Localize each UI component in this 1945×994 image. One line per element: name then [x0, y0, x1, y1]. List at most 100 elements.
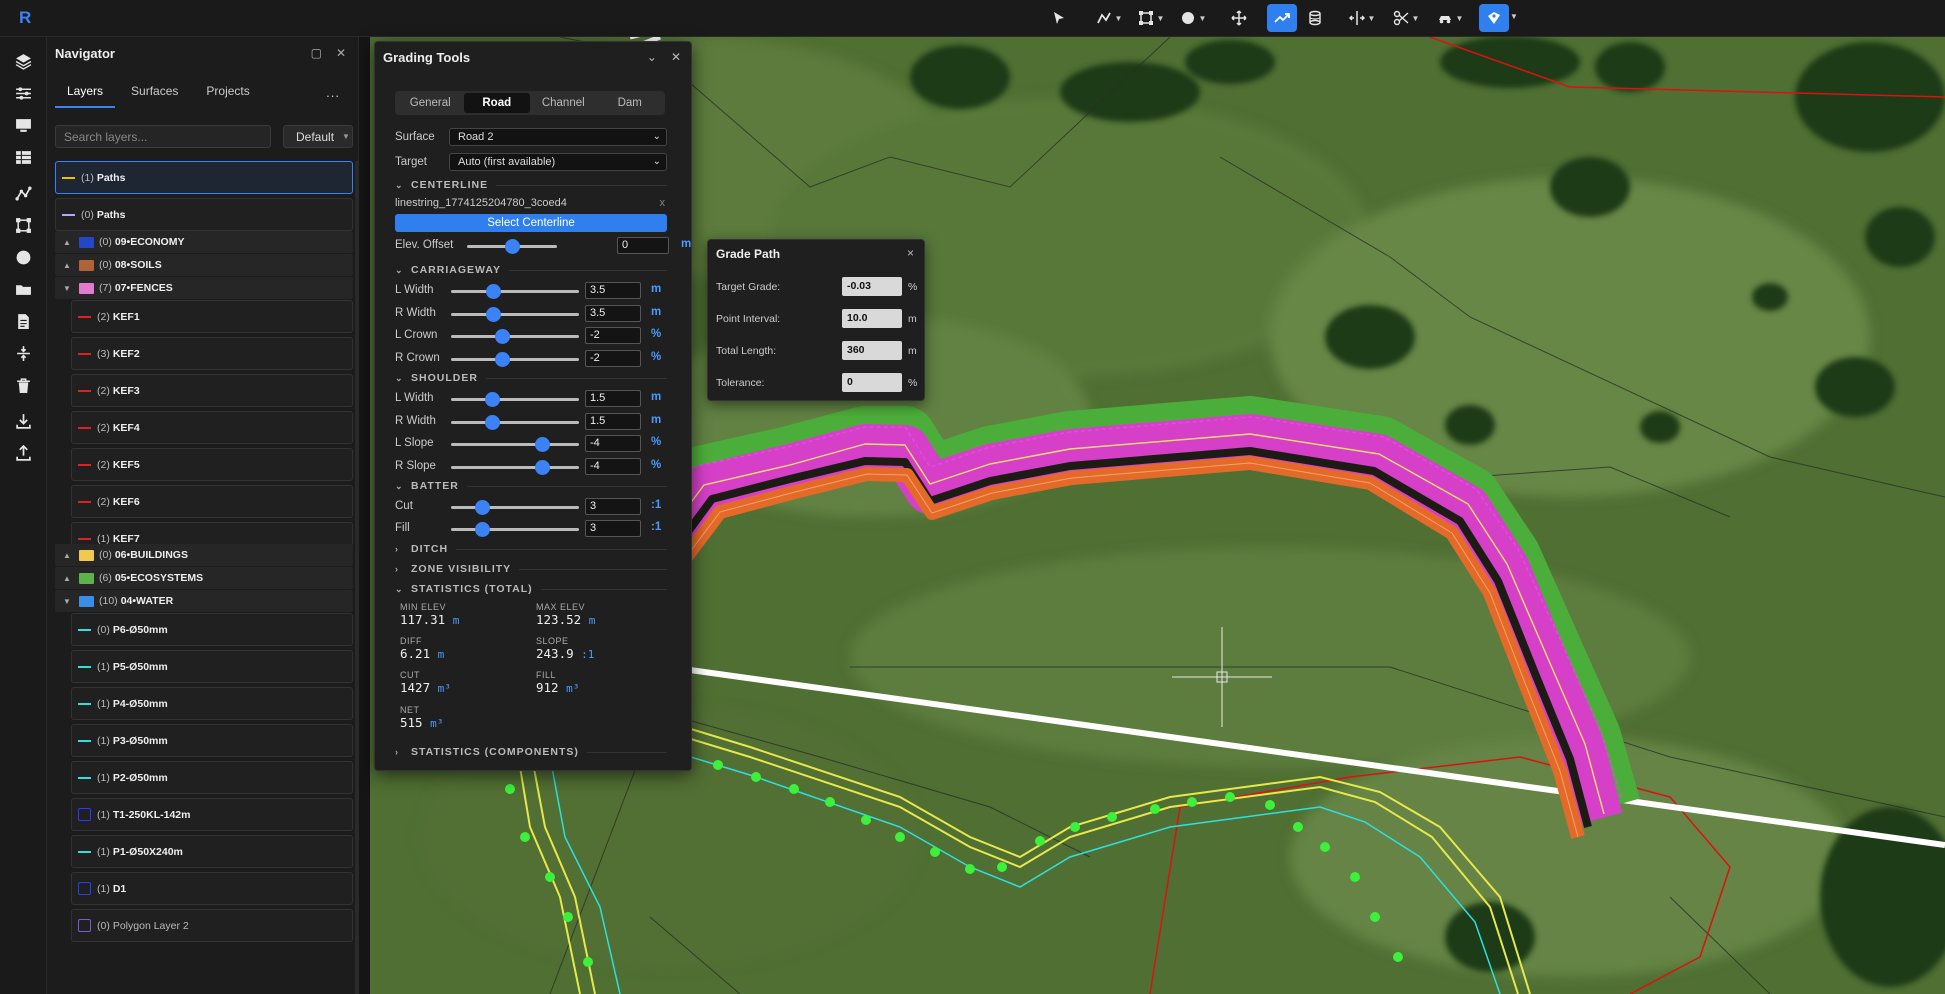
value-input[interactable]: 360 — [842, 341, 902, 360]
value-input[interactable]: 0 — [842, 373, 902, 392]
move-tool-button[interactable] — [1228, 6, 1250, 30]
table-icon[interactable] — [13, 147, 33, 167]
layer-row[interactable]: (2) KEF4 — [71, 411, 353, 444]
tab-layers[interactable]: Layers — [55, 84, 116, 108]
tab-projects[interactable]: Projects — [194, 84, 261, 108]
layer-group[interactable]: ▲ (0) 09•ECONOMY — [55, 231, 353, 253]
value-input[interactable]: -2 — [585, 327, 641, 344]
layer-row[interactable]: (2) KEF6 — [71, 485, 353, 518]
tab-surfaces[interactable]: Surfaces — [119, 84, 190, 108]
layer-group[interactable]: ▲ (0) 08•SOILS — [55, 254, 353, 276]
slider-thumb[interactable] — [495, 329, 511, 344]
layer-row[interactable]: (1) P3-Ø50mm — [71, 724, 353, 757]
slider-thumb[interactable] — [474, 500, 490, 515]
layer-group[interactable]: ▲ (6) 05•ECOSYSTEMS — [55, 567, 353, 589]
sliders-icon[interactable] — [13, 83, 33, 103]
statistics-total-section-header[interactable]: ⌄ STATISTICS (TOTAL) — [395, 583, 667, 595]
shoulder-section-header[interactable]: ⌄ SHOULDER — [395, 372, 667, 384]
ditch-section-header[interactable]: › DITCH — [395, 543, 667, 555]
value-input[interactable]: 3.5 — [585, 282, 641, 299]
carriageway-section-header[interactable]: ⌄ CARRIAGEWAY — [395, 264, 667, 276]
chevron-up-icon[interactable]: ▲ — [55, 261, 79, 270]
tab-general[interactable]: General — [397, 93, 464, 113]
value-slider[interactable] — [451, 351, 579, 367]
statistics-components-section-header[interactable]: › STATISTICS (COMPONENTS) — [395, 746, 667, 758]
layer-group[interactable]: ▲ (0) 06•BUILDINGS — [55, 544, 353, 566]
collapse-icon[interactable]: ⌄ — [647, 50, 657, 64]
layer-group[interactable]: ▼ (7) 07•FENCES — [55, 277, 353, 299]
polyline-icon[interactable] — [13, 183, 33, 203]
upload-icon[interactable] — [13, 443, 33, 463]
vehicle-tool-button[interactable]: ▼ — [1434, 6, 1466, 30]
folder-icon[interactable] — [13, 279, 33, 299]
close-icon[interactable]: × — [907, 246, 914, 260]
centerline-section-header[interactable]: ⌄ CENTERLINE — [395, 179, 667, 191]
layer-list-scrollbar[interactable] — [355, 161, 358, 994]
batter-section-header[interactable]: ⌄ BATTER — [395, 480, 667, 492]
value-slider[interactable] — [451, 284, 579, 299]
value-input[interactable]: 10.0 — [842, 309, 902, 328]
cut-tool-button[interactable]: ▼ — [1390, 6, 1422, 30]
layer-row[interactable]: (2) KEF1 — [71, 300, 353, 333]
chevron-down-icon[interactable]: ▼ — [1510, 12, 1518, 21]
layer-row[interactable]: (1) Paths — [55, 161, 353, 194]
layer-row[interactable]: (1) P1-Ø50X240m — [71, 835, 353, 868]
value-slider[interactable] — [451, 459, 579, 475]
value-input[interactable]: -4 — [585, 457, 641, 475]
chevron-up-icon[interactable]: ▲ — [55, 574, 79, 583]
zone-visibility-section-header[interactable]: › ZONE VISIBILITY — [395, 563, 667, 575]
value-input[interactable]: -2 — [585, 349, 641, 367]
close-icon[interactable]: ✕ — [671, 50, 681, 64]
slider-thumb[interactable] — [534, 437, 550, 452]
slider-thumb[interactable] — [484, 392, 500, 407]
layer-row[interactable]: (1) P2-Ø50mm — [71, 761, 353, 794]
node-tool-button[interactable]: ▼ — [1136, 6, 1166, 30]
download-icon[interactable] — [13, 411, 33, 431]
value-input[interactable]: -4 — [585, 435, 641, 452]
slider-thumb[interactable] — [474, 522, 490, 537]
slider-thumb[interactable] — [534, 459, 550, 475]
close-icon[interactable]: ✕ — [336, 46, 346, 60]
layer-row[interactable]: (1) P4-Ø50mm — [71, 687, 353, 720]
chevron-up-icon[interactable]: ▲ — [55, 238, 79, 247]
value-input[interactable]: 3 — [585, 520, 641, 537]
value-input[interactable]: 3 — [585, 498, 641, 515]
filter-dropdown[interactable]: Default ▼ — [283, 125, 353, 148]
value-slider[interactable] — [451, 414, 579, 430]
monitor-icon[interactable] — [13, 115, 33, 135]
value-slider[interactable] — [451, 306, 579, 322]
value-input[interactable]: 1.5 — [585, 390, 641, 407]
layers-icon[interactable] — [13, 51, 33, 71]
layer-row[interactable]: (1) T1-250KL-142m — [71, 798, 353, 831]
more-options-icon[interactable]: ... — [326, 85, 340, 100]
slider-thumb[interactable] — [486, 306, 502, 322]
value-input[interactable]: 1.5 — [585, 412, 641, 430]
map-tool-button[interactable] — [1479, 4, 1509, 32]
layer-row[interactable]: (0) Polygon Layer 2 — [71, 909, 353, 942]
select-centerline-button[interactable]: Select Centerline — [395, 214, 667, 232]
value-slider[interactable] — [451, 500, 579, 515]
chevron-down-icon[interactable]: ▼ — [55, 597, 79, 606]
elev-offset-slider[interactable] — [467, 239, 557, 254]
circle-tool-button[interactable]: ▼ — [1178, 6, 1208, 30]
elev-offset-input[interactable]: 0 — [617, 237, 669, 254]
vertex-edit-icon[interactable] — [13, 215, 33, 235]
slider-thumb[interactable] — [484, 414, 500, 430]
tab-road[interactable]: Road — [463, 93, 530, 113]
value-input[interactable]: 3.5 — [585, 304, 641, 322]
layer-group[interactable]: ▼ (10) 04•WATER — [55, 590, 353, 612]
compress-icon[interactable] — [13, 343, 33, 363]
value-input[interactable]: -0.03 — [842, 277, 902, 296]
layer-row[interactable]: (2) KEF5 — [71, 448, 353, 481]
split-tool-button[interactable]: ▼ — [1346, 6, 1378, 30]
search-input[interactable] — [55, 125, 271, 148]
clear-centerline-button[interactable]: x — [660, 197, 666, 209]
chevron-down-icon[interactable]: ▼ — [55, 284, 79, 293]
layer-row[interactable]: (1) D1 — [71, 872, 353, 905]
slider-thumb[interactable] — [486, 284, 502, 299]
circle-icon[interactable] — [13, 247, 33, 267]
tab-channel[interactable]: Channel — [530, 93, 597, 113]
chevron-up-icon[interactable]: ▲ — [55, 551, 79, 560]
document-icon[interactable] — [13, 311, 33, 331]
layer-row[interactable]: (1) P5-Ø50mm — [71, 650, 353, 683]
